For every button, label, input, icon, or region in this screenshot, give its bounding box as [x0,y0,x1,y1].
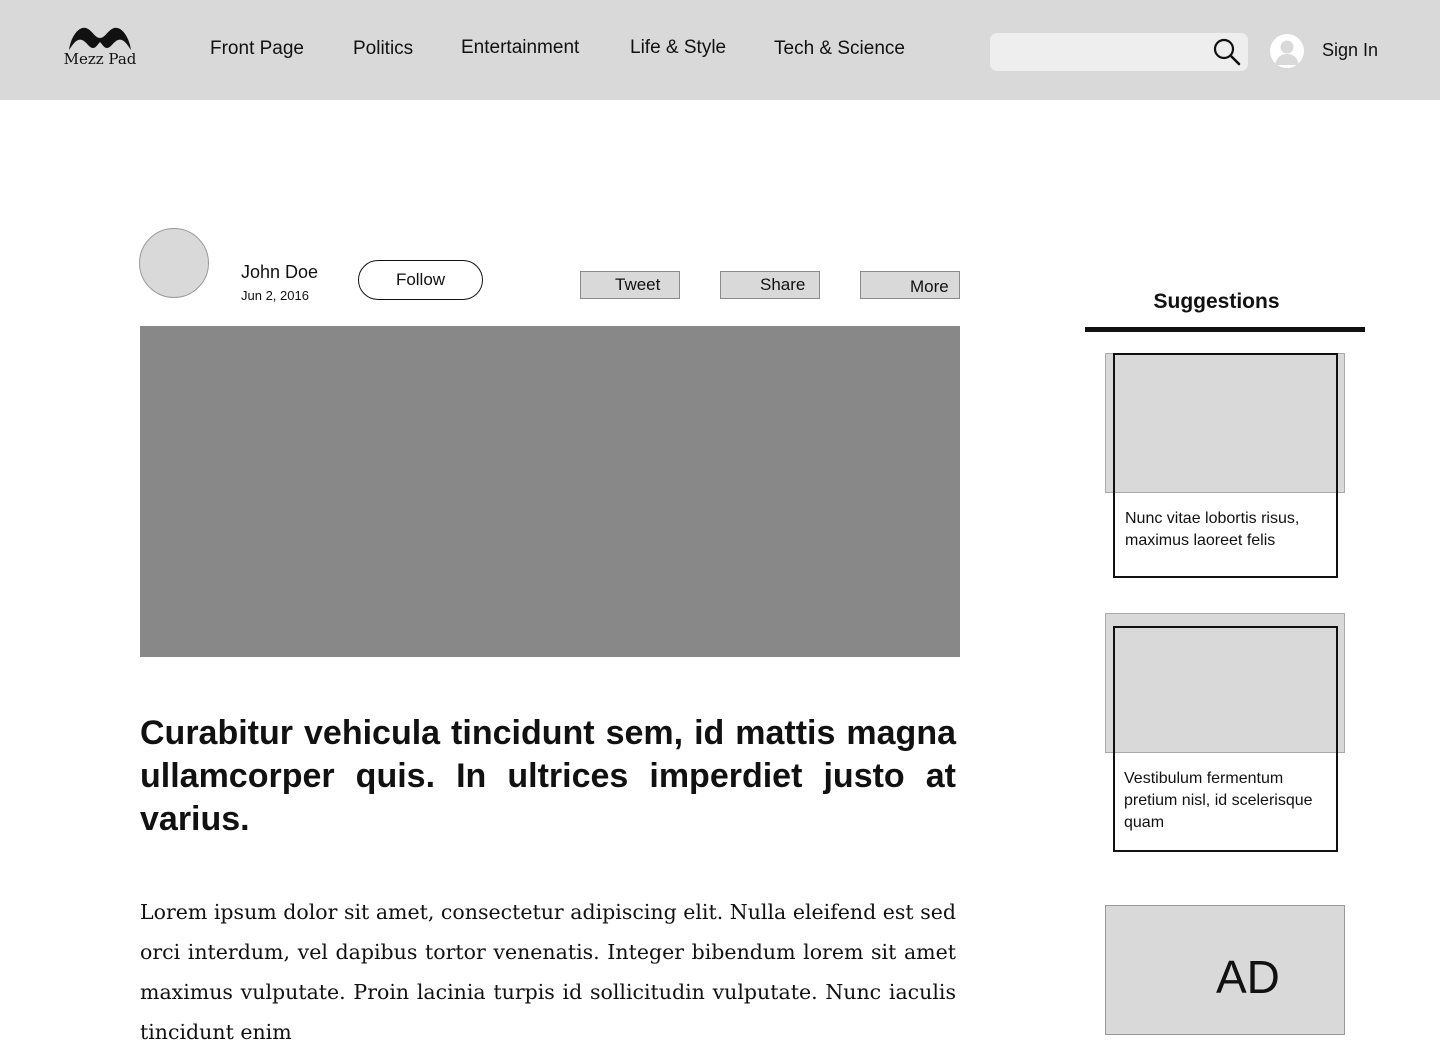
user-avatar-icon[interactable] [1270,34,1304,68]
top-nav-bar: Mezz Pad Front Page Politics Entertainme… [0,0,1440,100]
share-button-label: Share [760,275,806,294]
user-silhouette-icon [1275,40,1299,65]
logo-text: Mezz Pad [63,50,137,68]
more-button-label: More [910,277,949,296]
follow-button[interactable]: Follow [358,260,483,300]
tweet-button-label: Tweet [615,275,661,294]
sign-in-link[interactable]: Sign In [1322,40,1378,61]
suggestion-title[interactable]: Vestibulum fermentum pretium nisl, id sc… [1124,768,1336,834]
author-name[interactable]: John Doe [241,262,318,283]
nav-entertainment[interactable]: Entertainment [461,37,579,59]
nav-front-page[interactable]: Front Page [210,38,304,60]
article-hero-image [140,326,960,657]
article-headline: Curabitur vehicula tincidunt sem, id mat… [140,714,956,838]
advertisement[interactable]: AD [1105,905,1345,1035]
mustache-logo-icon [69,27,131,50]
post-date: Jun 2, 2016 [241,288,309,303]
search-icon[interactable] [1212,37,1242,67]
nav-tech-science[interactable]: Tech & Science [774,38,905,60]
author-avatar[interactable] [139,228,209,298]
share-button[interactable]: Share [720,271,820,299]
search-input[interactable] [1000,33,1204,73]
site-logo[interactable]: Mezz Pad [60,24,140,74]
ad-label: AD [1216,951,1280,1003]
article-body: Lorem ipsum dolor sit amet, consectetur … [140,900,956,1044]
more-button[interactable]: More [860,271,960,299]
nav-politics[interactable]: Politics [353,38,413,60]
tweet-button[interactable]: Tweet [580,271,680,299]
suggestions-divider [1085,327,1365,332]
suggestions-title: Suggestions [1153,290,1280,313]
search-box[interactable] [990,33,1248,73]
suggestion-title[interactable]: Nunc vitae lobortis risus, maximus laore… [1125,508,1330,552]
nav-life-style[interactable]: Life & Style [630,37,726,59]
